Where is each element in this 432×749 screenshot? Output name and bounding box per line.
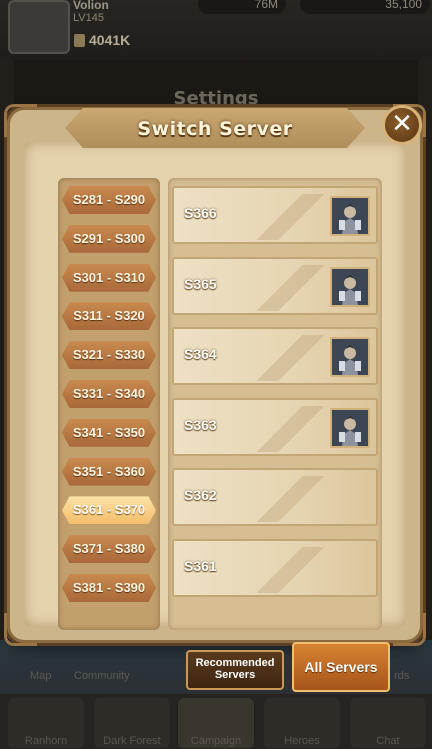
tab-recommended-servers[interactable]: Recommended Servers (186, 650, 284, 690)
server-range-button[interactable]: S291 - S300 (62, 224, 156, 253)
server-row[interactable]: S363 (172, 397, 378, 456)
switch-server-dialog: Switch Server ✕ S281 - S290 S291 - S300 S3… (4, 104, 426, 646)
server-list: S366 S365 S364 S363 S362 S361 (168, 178, 382, 630)
server-row-artwork (236, 405, 336, 452)
server-range-list: S281 - S290 S291 - S300 S301 - S310 S311 - … (58, 178, 160, 630)
hero-portrait-icon (330, 266, 370, 307)
close-icon: ✕ (391, 109, 413, 139)
server-name: S363 (184, 416, 217, 433)
server-range-button[interactable]: S371 - S380 (62, 535, 156, 564)
player-avatar (8, 0, 70, 54)
server-row-artwork (236, 335, 336, 381)
server-row[interactable]: S365 (172, 256, 378, 315)
server-range-button[interactable]: S281 - S290 (62, 186, 156, 214)
server-row-artwork (236, 546, 336, 593)
server-range-button[interactable]: S321 - S330 (62, 341, 156, 370)
settings-title: Settings (173, 88, 259, 109)
power-icon (74, 34, 85, 47)
nav-campaign: Campaign (178, 698, 254, 748)
server-row[interactable]: S362 (172, 468, 378, 526)
bg-map-label: Map (30, 670, 52, 682)
server-range-button[interactable]: S311 - S320 (62, 302, 156, 331)
player-name: Volion (73, 0, 109, 12)
server-row-artwork (236, 264, 336, 311)
server-range-button[interactable]: S361 - S370 (62, 496, 156, 525)
server-name: S361 (184, 557, 217, 574)
player-power: 4041K (89, 32, 131, 48)
server-range-button[interactable]: S351 - S360 (62, 457, 156, 486)
server-range-button[interactable]: S331 - S340 (62, 380, 156, 408)
server-range-button[interactable]: S301 - S310 (62, 263, 156, 292)
close-button[interactable]: ✕ (382, 105, 422, 145)
server-name: S362 (184, 487, 217, 503)
server-name: S364 (184, 346, 217, 362)
server-range-button[interactable]: S341 - S350 (62, 418, 156, 447)
bg-right-panel (418, 60, 432, 660)
server-row-artwork (236, 194, 336, 240)
gold-counter: 76M (198, 0, 286, 14)
server-row[interactable]: S364 (172, 327, 378, 385)
server-range-button[interactable]: S381 - S390 (62, 574, 156, 602)
server-row[interactable]: S366 (172, 186, 378, 244)
hero-portrait-icon (330, 407, 370, 448)
server-row[interactable]: S361 (172, 538, 378, 597)
bg-rewards-label: rds (394, 670, 410, 682)
bg-community-label: Community (74, 670, 130, 682)
gem-counter: 35,100 (300, 0, 430, 14)
tab-all-servers[interactable]: All Servers (292, 642, 390, 692)
dialog-title: Switch Server (137, 118, 293, 140)
hero-portrait-icon (330, 337, 370, 377)
nav-ranhorn: Ranhorn (8, 698, 84, 748)
nav-dark-forest: Dark Forest (94, 698, 170, 748)
hero-portrait-icon (330, 196, 370, 236)
server-name: S365 (184, 275, 217, 292)
server-row-artwork (236, 476, 336, 522)
nav-heroes: Heroes (264, 698, 340, 748)
server-name: S366 (184, 205, 217, 221)
player-level: LV145 (73, 12, 104, 24)
frame-corner (4, 104, 37, 137)
nav-chat: Chat (350, 698, 426, 748)
